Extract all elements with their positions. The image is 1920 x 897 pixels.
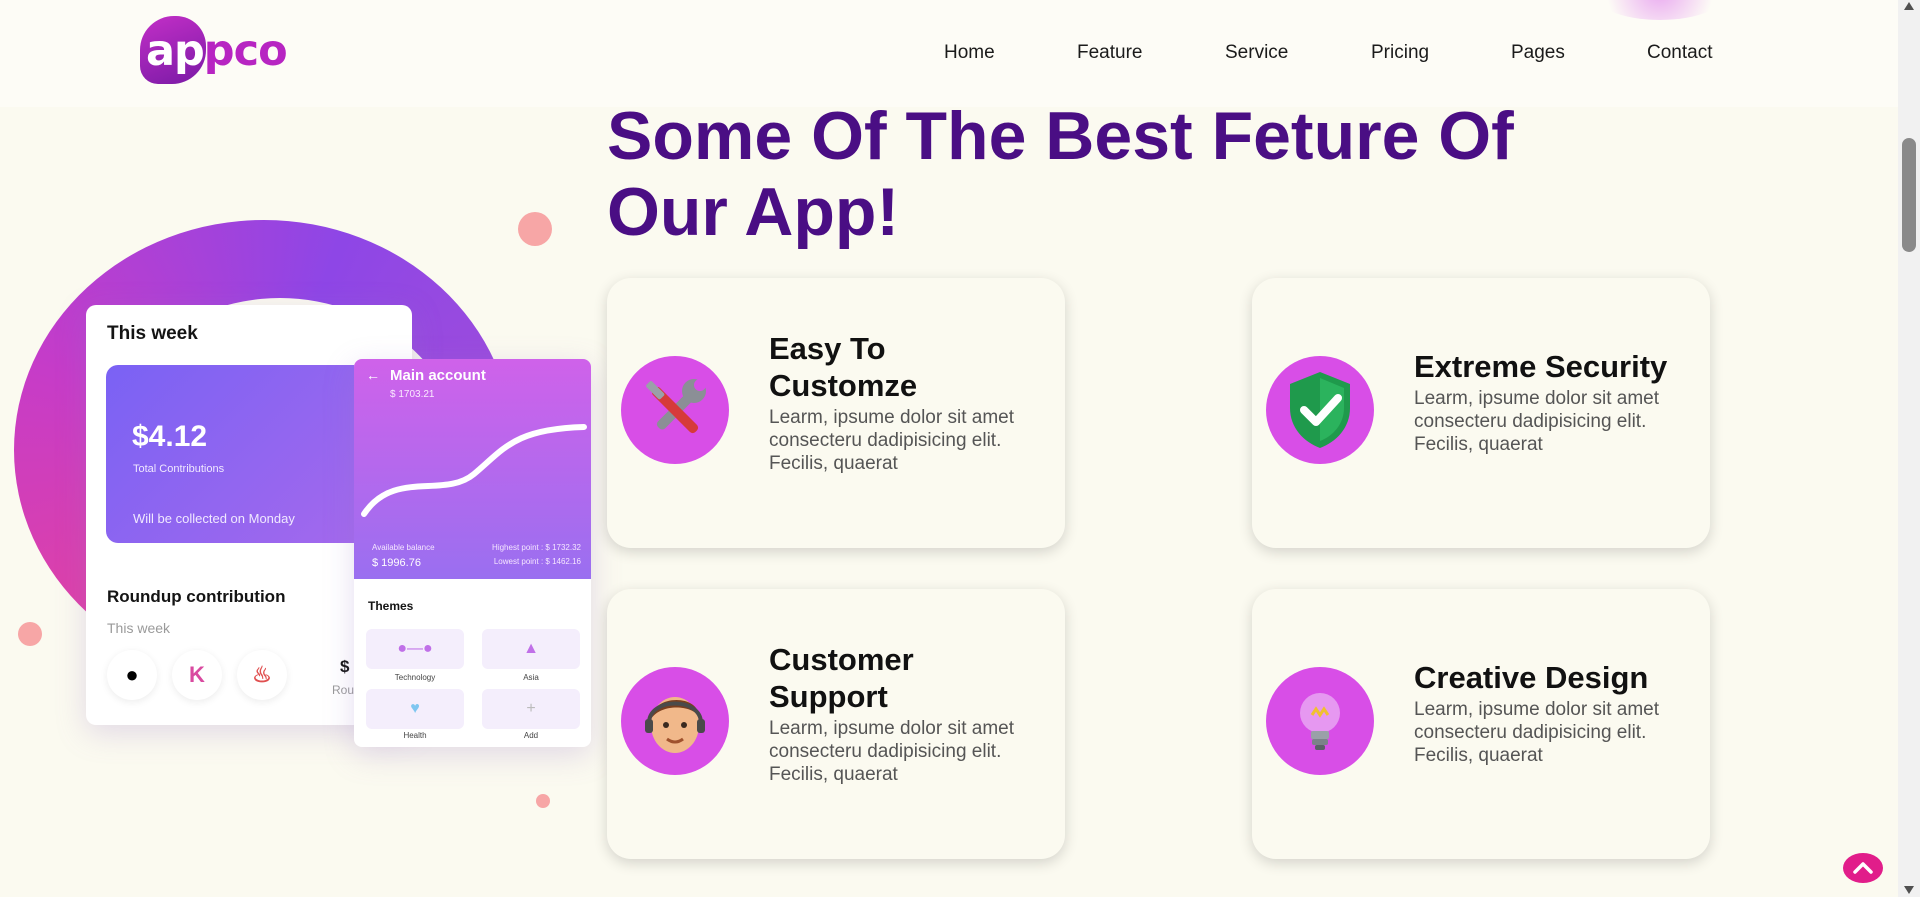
feature-title: Extreme Security	[1414, 349, 1668, 384]
main-account-header: ← Main account $ 1703.21 Available balan…	[354, 359, 591, 579]
nav-contact[interactable]: Contact	[1647, 42, 1712, 64]
lightbulb-icon	[1266, 667, 1374, 775]
available-balance-value: $ 1996.76	[372, 557, 421, 569]
scrollbar-thumb[interactable]	[1902, 138, 1916, 252]
main-account-value: $ 1703.21	[390, 389, 435, 400]
roundup-period: This week	[107, 620, 171, 636]
decor-dot	[18, 622, 42, 646]
shield-check-icon	[1266, 356, 1374, 464]
highest-point: Highest point : $ 1732.32	[492, 543, 581, 552]
roundup-label: Rou	[332, 683, 355, 697]
support-agent-icon	[621, 667, 729, 775]
decor-dot	[536, 794, 550, 808]
scroll-down-arrow-icon[interactable]	[1904, 886, 1914, 894]
feature-description: Learm, ipsume dolor sit amet consecteru …	[1414, 699, 1659, 766]
contribution-amount: $4.12	[132, 420, 208, 453]
collect-note: Will be collected on Monday	[133, 511, 295, 526]
theme-label: Technology	[394, 673, 436, 682]
total-contributions-label: Total Contributions	[133, 463, 225, 475]
theme-label: Asia	[523, 673, 539, 682]
app-mockup-illustration: This week $4.12 Total Contributions Will…	[0, 200, 600, 808]
chevron-up-icon	[1853, 862, 1873, 874]
roundup-title: Roundup contribution	[107, 587, 286, 606]
kotlin-icon: K	[172, 650, 222, 700]
decor-dot	[518, 212, 552, 246]
nav-pricing[interactable]: Pricing	[1371, 42, 1429, 64]
feature-description: Learm, ipsume dolor sit amet consecteru …	[769, 407, 1014, 474]
theme-asia-icon: ▲	[482, 629, 580, 669]
feature-title: Easy To Customze	[769, 331, 918, 403]
lowest-point: Lowest point : $ 1462.16	[493, 557, 581, 566]
page-scrollbar[interactable]	[1898, 0, 1920, 897]
nav-pages[interactable]: Pages	[1511, 42, 1565, 64]
roundup-value: $	[340, 657, 350, 676]
feature-title: Customer Support	[769, 642, 914, 714]
theme-health-icon: ♥	[366, 689, 464, 729]
back-arrow-icon: ←	[366, 367, 380, 383]
balance-curve	[361, 424, 587, 517]
theme-label: Add	[523, 731, 539, 740]
apple-icon: ●	[107, 650, 157, 700]
feature-description: Learm, ipsume dolor sit amet consecteru …	[769, 718, 1014, 785]
feature-description: Learm, ipsume dolor sit amet consecteru …	[1414, 388, 1659, 455]
feature-card-customize: Easy To Customze Learm, ipsume dolor sit…	[607, 278, 1065, 548]
tools-icon	[621, 356, 729, 464]
theme-technology-icon: ●—●	[366, 629, 464, 669]
theme-add-icon: +	[482, 689, 580, 729]
site-header: appco Home Feature Service Pricing Pages…	[0, 0, 1898, 107]
back-to-top-button[interactable]	[1843, 853, 1883, 883]
feature-card-security: Extreme Security Learm, ipsume dolor sit…	[1252, 278, 1710, 548]
feature-card-support: Customer Support Learm, ipsume dolor sit…	[607, 589, 1065, 859]
themes-title: Themes	[368, 599, 414, 613]
main-account-card: ← Main account $ 1703.21 Available balan…	[354, 359, 591, 747]
week-title: This week	[107, 323, 198, 344]
app-icon: ♨	[237, 650, 287, 700]
feature-card-design: Creative Design Learm, ipsume dolor sit …	[1252, 589, 1710, 859]
available-balance-label: Available balance	[372, 543, 435, 552]
nav-service[interactable]: Service	[1225, 42, 1288, 64]
scroll-up-arrow-icon[interactable]	[1904, 2, 1914, 10]
nav-feature[interactable]: Feature	[1077, 42, 1142, 64]
theme-label: Health	[403, 731, 427, 740]
logo-text: appco	[146, 26, 288, 76]
header-glow-decoration	[1590, 0, 1730, 20]
section-heading: Some Of The Best Feture Of Our App!	[607, 98, 1514, 250]
feature-title: Creative Design	[1414, 660, 1649, 695]
main-account-title: Main account	[390, 367, 486, 384]
contribution-panel: $4.12 Total Contributions Will be collec…	[106, 365, 396, 543]
nav-home[interactable]: Home	[944, 42, 995, 64]
appco-logo[interactable]: appco	[140, 16, 288, 86]
